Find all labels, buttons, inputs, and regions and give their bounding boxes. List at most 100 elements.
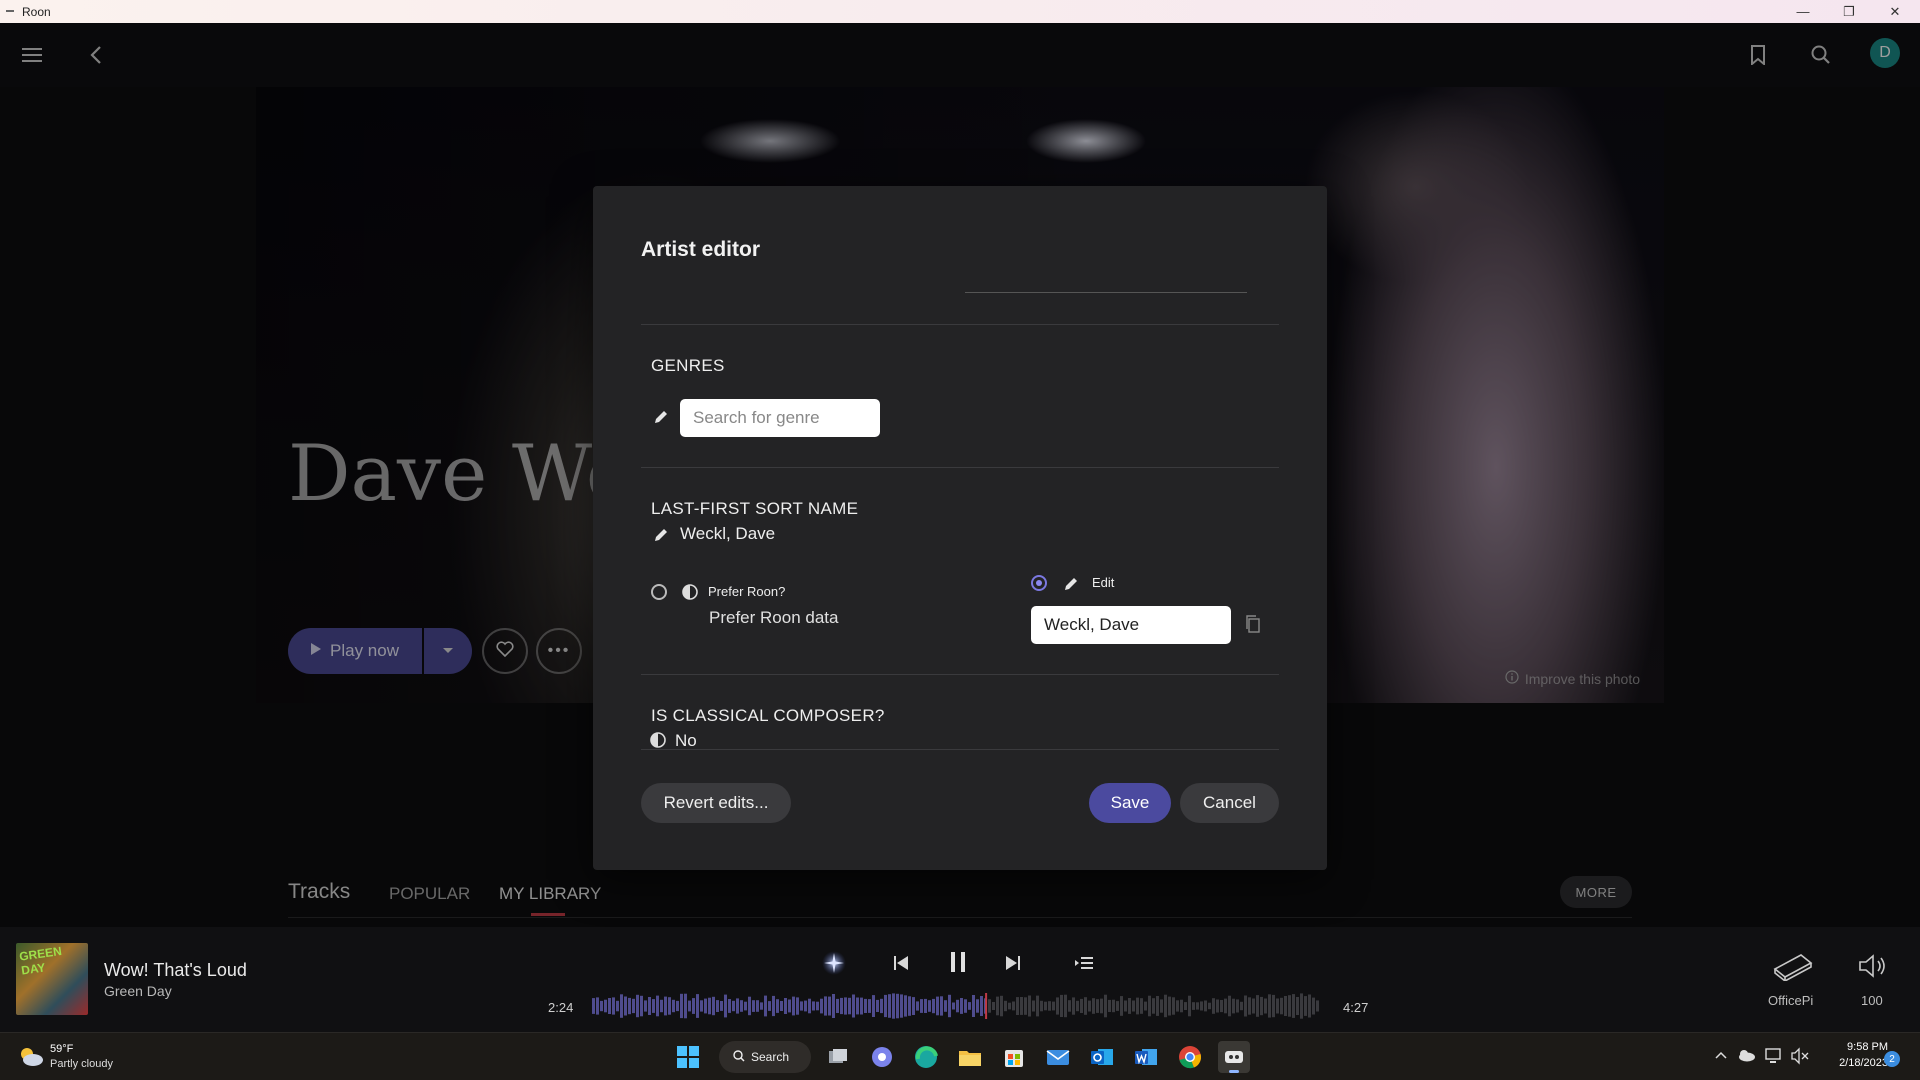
waveform-bar xyxy=(608,998,611,1014)
waveform-bar xyxy=(1260,996,1263,1016)
album-art[interactable]: GREEN DAY xyxy=(16,943,88,1015)
queue-icon[interactable] xyxy=(1068,947,1100,979)
teams-chat-icon[interactable] xyxy=(866,1041,898,1073)
taskbar-search[interactable]: Search xyxy=(719,1041,811,1073)
file-explorer-icon[interactable] xyxy=(954,1041,986,1073)
waveform-bar xyxy=(1180,999,1183,1013)
waveform-seekbar[interactable] xyxy=(592,993,1320,1019)
revert-edits-button[interactable]: Revert edits... xyxy=(641,783,791,823)
clock-date[interactable]: 2/18/2023 xyxy=(1824,1057,1888,1069)
weather-icon[interactable] xyxy=(18,1045,44,1067)
notification-badge[interactable]: 2 xyxy=(1884,1051,1900,1067)
waveform-bar xyxy=(880,998,883,1014)
tray-overflow-icon[interactable] xyxy=(1714,1048,1728,1062)
classical-composer-value: No xyxy=(675,731,697,750)
restore-button[interactable]: ❐ xyxy=(1826,0,1872,23)
waveform-bar xyxy=(776,999,779,1013)
prefer-roon-description: Prefer Roon data xyxy=(709,608,839,627)
roon-app-icon[interactable] xyxy=(1218,1041,1250,1073)
waveform-bar xyxy=(768,1001,771,1011)
sort-name-label: LAST-FIRST SORT NAME xyxy=(651,499,859,518)
waveform-bar xyxy=(960,998,963,1014)
zone-device-icon[interactable] xyxy=(1770,949,1814,983)
radiance-icon[interactable] xyxy=(818,947,850,979)
track-title[interactable]: Wow! That's Loud xyxy=(104,960,247,981)
waveform-bar xyxy=(844,997,847,1015)
speaker-muted-icon[interactable] xyxy=(1790,1047,1810,1065)
waveform-bar xyxy=(1236,999,1239,1013)
waveform-bar xyxy=(884,994,887,1018)
start-icon[interactable] xyxy=(672,1041,704,1073)
weather-description[interactable]: Partly cloudy xyxy=(50,1058,113,1070)
waveform-bar xyxy=(1164,994,1167,1018)
genre-search-input[interactable] xyxy=(680,399,880,437)
cancel-button[interactable]: Cancel xyxy=(1180,783,1279,823)
waveform-bar xyxy=(816,1001,819,1011)
outlook-icon[interactable] xyxy=(1086,1041,1118,1073)
network-icon[interactable] xyxy=(1764,1047,1784,1065)
onedrive-icon[interactable] xyxy=(1736,1047,1756,1063)
waveform-bar xyxy=(1156,996,1159,1016)
waveform-bar xyxy=(1216,999,1219,1013)
clock-time[interactable]: 9:58 PM xyxy=(1824,1041,1888,1053)
close-button[interactable]: ✕ xyxy=(1872,0,1918,23)
classical-composer-label: IS CLASSICAL COMPOSER? xyxy=(651,706,885,725)
waveform-bar xyxy=(788,999,791,1013)
volume-icon[interactable] xyxy=(1856,951,1890,981)
waveform-bar xyxy=(672,999,675,1013)
album-art-text: GREEN DAY xyxy=(18,943,63,978)
waveform-bar xyxy=(1112,999,1115,1013)
edit-radio[interactable] xyxy=(1031,575,1047,591)
waveform-bar xyxy=(1196,1002,1199,1010)
waveform-bar xyxy=(924,998,927,1013)
waveform-bar xyxy=(1296,997,1299,1015)
waveform-bar xyxy=(1048,1001,1051,1011)
minimize-button[interactable]: — xyxy=(1780,0,1826,23)
genres-label: GENRES xyxy=(651,356,725,375)
waveform-bar xyxy=(780,1001,783,1011)
waveform-bar xyxy=(908,996,911,1016)
waveform-bar xyxy=(864,998,867,1013)
waveform-bar xyxy=(1224,998,1227,1014)
waveform-bar xyxy=(1124,1000,1127,1012)
waveform-bar xyxy=(800,1001,803,1011)
waveform-bar xyxy=(712,996,715,1016)
waveform-bar xyxy=(772,995,775,1017)
waveform-bar xyxy=(1100,998,1103,1014)
waveform-bar xyxy=(1272,994,1275,1018)
dialog-title: Artist editor xyxy=(641,238,761,261)
task-view-icon[interactable] xyxy=(822,1041,854,1073)
weather-temperature[interactable]: 59°F xyxy=(50,1043,73,1055)
pause-icon[interactable] xyxy=(941,945,975,979)
waveform-bar xyxy=(796,997,799,1015)
windows-taskbar: 59°F Partly cloudy Search 9:58 PM 2/18/2… xyxy=(0,1032,1920,1080)
waveform-bar xyxy=(1184,1002,1187,1010)
waveform-bar xyxy=(1160,999,1163,1013)
mail-icon[interactable] xyxy=(1042,1041,1074,1073)
chrome-icon[interactable] xyxy=(1174,1041,1206,1073)
time-elapsed: 2:24 xyxy=(548,1000,574,1015)
prefer-roon-radio[interactable] xyxy=(651,584,667,600)
waveform-bar xyxy=(732,1000,735,1012)
waveform-bar xyxy=(596,997,599,1015)
word-icon[interactable] xyxy=(1130,1041,1162,1073)
waveform-bar xyxy=(1232,998,1235,1014)
waveform-bar xyxy=(700,1000,703,1012)
track-artist[interactable]: Green Day xyxy=(104,983,172,999)
save-button[interactable]: Save xyxy=(1089,783,1171,823)
copy-icon[interactable] xyxy=(1245,615,1263,635)
app-icon xyxy=(6,10,14,12)
waveform-bar xyxy=(1060,994,1063,1017)
waveform-bar xyxy=(1120,996,1123,1016)
previous-icon[interactable] xyxy=(885,947,917,979)
microsoft-store-icon[interactable] xyxy=(998,1041,1030,1073)
edge-icon[interactable] xyxy=(910,1041,942,1073)
volume-value[interactable]: 100 xyxy=(1861,993,1883,1008)
sort-name-input[interactable] xyxy=(1031,606,1231,644)
next-icon[interactable] xyxy=(997,947,1029,979)
waveform-bar xyxy=(868,999,871,1013)
waveform-bar xyxy=(860,997,863,1015)
waveform-bar xyxy=(600,1000,603,1012)
zone-name[interactable]: OfficePi xyxy=(1768,993,1813,1008)
waveform-bar xyxy=(832,994,835,1018)
